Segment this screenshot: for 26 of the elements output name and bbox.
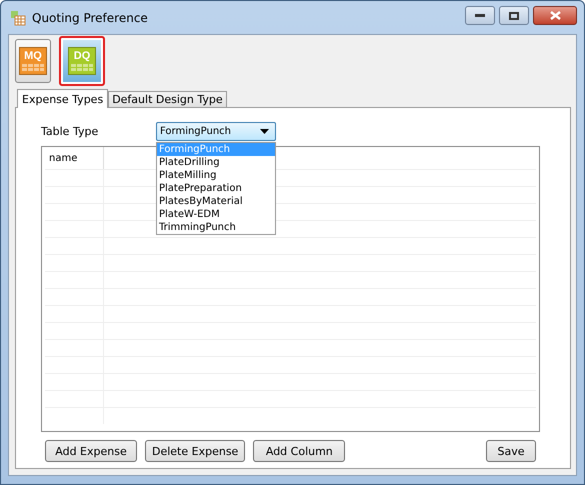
column-header[interactable]: name <box>45 147 104 169</box>
action-button[interactable]: Save <box>486 440 536 462</box>
maximize-icon <box>509 12 519 20</box>
close-icon <box>550 11 560 20</box>
caret-icon <box>260 128 269 134</box>
field-label: Table Type <box>41 124 100 138</box>
tab[interactable]: Expense Types <box>17 89 108 108</box>
dropdown-option[interactable]: PlateMilling <box>157 168 275 182</box>
dropdown-option[interactable]: TrimmingPunch <box>157 220 275 234</box>
window-title: Quoting Preference <box>32 10 149 24</box>
minimize-button[interactable] <box>465 6 495 25</box>
dropdown-option[interactable]: PlateW-EDM <box>157 208 275 220</box>
minimize-icon <box>475 14 485 18</box>
grid-icon <box>22 64 44 72</box>
app-icon <box>10 10 26 26</box>
dropdown-option[interactable]: PlatesByMaterial <box>157 194 275 208</box>
dropdown-option[interactable]: PlatePreparation <box>157 182 275 194</box>
grid-icon <box>71 64 93 72</box>
action-button[interactable]: Add Column <box>253 440 346 462</box>
table-type-dropdown[interactable]: FormingPunch <box>156 122 276 140</box>
action-button[interactable]: Add Expense <box>45 440 137 462</box>
action-button[interactable]: Delete Expense <box>145 440 246 462</box>
tab[interactable]: Default Design Type <box>108 91 227 107</box>
dropdown-option[interactable]: PlateDrilling <box>157 156 275 168</box>
close-button[interactable] <box>533 6 577 25</box>
maximize-button[interactable] <box>499 6 529 25</box>
